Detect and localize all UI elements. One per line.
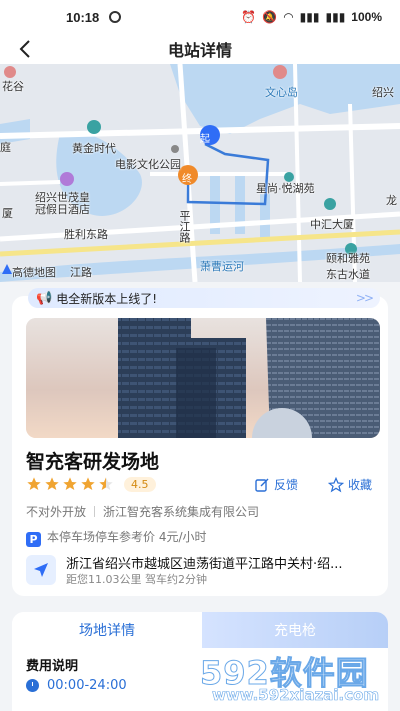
access-status: 不对外开放 (26, 505, 87, 519)
star-icon (45, 477, 59, 490)
map-label-ting: 庭 (0, 142, 11, 154)
map-label-huangjin: 黄金时代 (72, 143, 116, 155)
rating-stars: 4.5 (26, 476, 156, 492)
notice-banner[interactable]: 📢 电全新版本上线了! >> (28, 288, 380, 308)
star-outline-icon (328, 476, 344, 492)
rating-value: 4.5 (124, 476, 156, 492)
fee-section-title: 费用说明 (26, 659, 79, 674)
map-label-jianglu: 江路 (70, 267, 92, 279)
favorite-button[interactable]: 收藏 (328, 476, 372, 493)
map-label-sha: 厦 (2, 208, 13, 220)
map-label-pingjiang: 平江路 (178, 210, 190, 243)
notice-text: 电全新版本上线了! (56, 291, 157, 306)
megaphone-icon: 📢 (36, 290, 53, 306)
favorite-label: 收藏 (348, 478, 373, 492)
parking-info: P 本停车场停车参考价 4元/小时 (26, 528, 207, 547)
tab-site-details[interactable]: 场地详情 (12, 612, 202, 648)
alarm-icon: ⏰ (241, 10, 257, 24)
route-end-marker: 终 (182, 174, 192, 185)
mute-icon: 🔕 (262, 10, 278, 24)
feedback-button[interactable]: 反馈 (254, 476, 298, 493)
star-half-icon (99, 477, 113, 490)
wifi-icon: ◠ (283, 10, 294, 24)
map-label-dianying: 电影文化公园 (115, 159, 181, 171)
distance-info: 距您11.03公里 驾车约2分钟 (66, 573, 207, 586)
map-label-yihe: 颐和雅苑 (326, 253, 370, 265)
battery-level: 100% (351, 10, 382, 24)
edit-icon (255, 478, 269, 492)
double-chevron-right-icon: >> (355, 291, 374, 305)
map-label-wenxindao: 文心岛 (265, 87, 298, 99)
operator-name: 浙江智充客系统集成有限公司 (103, 505, 260, 519)
route-start-marker: 起 (200, 134, 210, 145)
parking-icon: P (26, 532, 41, 547)
station-name: 智充客研发场地 (26, 452, 160, 473)
station-photo[interactable] (26, 318, 380, 438)
page-title: 电站详情 (167, 43, 232, 60)
signal-icon-2: ▮▮▮ (325, 10, 346, 24)
watermark: 592软件园 www.592xiazai.com (200, 640, 390, 711)
building-image (26, 318, 380, 438)
map-label-huangguan: 绍兴世茂皇 冠假日酒店 (35, 192, 90, 216)
map-view[interactable]: 花谷 文心岛 绍兴 庭 黄金时代 电影文化公园 绍兴世茂皇 冠假日酒店 厦 胜利… (0, 64, 400, 282)
status-right: ⏰ 🔕 ◠ ▮▮▮ ▮▮▮ 100% (241, 10, 382, 24)
hours-text: 00:00-24:00 (47, 678, 127, 693)
nav-bar: 电站详情 (0, 34, 400, 64)
status-bar: 10:18 ⏰ 🔕 ◠ ▮▮▮ ▮▮▮ 100% (0, 0, 400, 34)
map-logo-text: 高德地图 (12, 267, 56, 279)
star-icon (81, 477, 95, 490)
divider (94, 506, 96, 517)
chevron-left-icon (19, 40, 30, 58)
map-label-shengli: 胜利东路 (64, 229, 108, 241)
map-label-xingshang: 星尚·悦湖苑 (256, 183, 315, 195)
map-label-long: 龙 (386, 195, 397, 207)
opening-hours: 00:00-24:00 (26, 678, 127, 693)
station-address: 浙江省绍兴市越城区迪荡街道平江路中关村·绍... (66, 557, 343, 572)
station-meta: 不对外开放 浙江智充客系统集成有限公司 (26, 503, 259, 520)
map-label-xiaocao: 萧曹运河 (200, 261, 244, 273)
navigation-arrow-icon (34, 563, 48, 577)
status-time: 10:18 (66, 9, 100, 25)
map-label-shaoxing: 绍兴 (372, 87, 394, 99)
star-icon (27, 477, 41, 490)
map-label-donggu: 东古水道 (326, 269, 370, 281)
chat-icon (109, 11, 122, 23)
signal-icon: ▮▮▮ (299, 10, 320, 24)
parking-text: 本停车场停车参考价 4元/小时 (47, 530, 207, 544)
clock-icon (26, 679, 39, 692)
watermark-url: www.592xiazai.com (212, 686, 380, 705)
map-label-zhonghui: 中汇大厦 (310, 219, 354, 231)
feedback-label: 反馈 (274, 478, 299, 492)
star-icon (63, 477, 77, 490)
map-label-huagu: 花谷 (2, 81, 24, 93)
back-button[interactable] (14, 36, 36, 62)
navigate-button[interactable] (26, 555, 56, 585)
